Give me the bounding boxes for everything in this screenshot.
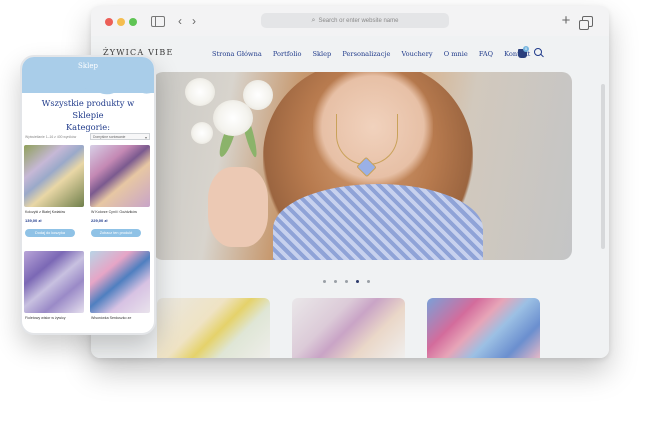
shop-heading-line-1: Wszystkie produkty w Sklepie (41, 98, 135, 120)
product-image[interactable] (90, 251, 150, 313)
result-count: Wyświetlanie 1–16 z 400 wyników (25, 135, 77, 139)
view-product-button[interactable]: Zobacz ten produkt (91, 229, 141, 237)
shop-heading: Wszystkie produkty w Sklepie Kategorie: (26, 97, 150, 133)
nav-item-vouchers[interactable]: Vouchery (402, 50, 433, 58)
nav-item-faq[interactable]: FAQ (479, 50, 493, 58)
carousel-dot[interactable] (367, 280, 370, 283)
nav-item-personalization[interactable]: Personalizacje (342, 50, 390, 58)
nav-item-home[interactable]: Strona Główna (212, 50, 262, 58)
carousel-dot[interactable] (334, 280, 337, 283)
category-tile-1[interactable] (157, 298, 270, 358)
nav-item-about[interactable]: O mnie (444, 50, 468, 58)
product-image[interactable] (24, 251, 84, 313)
browser-window: ‹ › ⌕ Search or enter website name + ŻYWI… (91, 6, 609, 358)
main-nav: Strona Główna Portfolio Sklep Personaliz… (212, 50, 539, 58)
phone-mockup: Sklep Wszystkie produkty w Sklepie Kateg… (20, 55, 156, 335)
add-to-cart-button[interactable]: Dodaj do koszyka (25, 229, 75, 237)
product-price: 139,00 zł (25, 218, 42, 223)
product-name[interactable]: W Kolorze Cynii i Goździków (91, 210, 153, 214)
website: ŻYWICA VIBE Strona Główna Portfolio Skle… (91, 36, 609, 358)
hero-image (153, 72, 572, 260)
carousel-dot-active[interactable] (356, 280, 359, 283)
carousel-dot[interactable] (345, 280, 348, 283)
category-tile-3[interactable] (427, 298, 540, 358)
carousel-dots (323, 270, 378, 288)
forward-icon[interactable]: › (187, 14, 201, 28)
hero-hand (208, 167, 268, 247)
browser-toolbar: ‹ › ⌕ Search or enter website name + (91, 6, 609, 37)
product-name[interactable]: Kolczyki z Białej Kwiatów (25, 210, 87, 214)
shop-heading-line-2: Kategorie: (65, 122, 111, 132)
search-icon: ⌕ (311, 17, 316, 24)
carousel-dot[interactable] (323, 280, 326, 283)
nav-item-portfolio[interactable]: Portfolio (273, 50, 302, 58)
sort-select[interactable]: Domyślne sortowanie (90, 133, 150, 141)
product-name[interactable]: Wisorówka Serduszko ze (91, 316, 153, 320)
nav-item-shop[interactable]: Sklep (313, 50, 332, 58)
product-name[interactable]: Fioletowy wisior w żywicy (25, 316, 87, 320)
tabs-icon[interactable] (579, 16, 593, 30)
product-image[interactable] (90, 145, 150, 207)
category-tile-2[interactable] (292, 298, 405, 358)
site-search-icon[interactable] (534, 48, 542, 56)
cart-count-badge: 0 (523, 46, 529, 52)
close-window-button[interactable] (105, 18, 113, 26)
scrollbar[interactable] (601, 84, 605, 249)
back-icon[interactable]: ‹ (173, 14, 187, 28)
plus-icon[interactable]: + (559, 13, 573, 28)
maximize-window-button[interactable] (129, 18, 137, 26)
address-placeholder: Search or enter website name (318, 18, 399, 24)
minimize-window-button[interactable] (117, 18, 125, 26)
address-bar[interactable]: ⌕ Search or enter website name (261, 13, 449, 28)
product-image[interactable] (24, 145, 84, 207)
product-price: 229,00 zł (91, 218, 108, 223)
phone-header-title: Sklep (78, 62, 98, 70)
sidebar-icon[interactable] (151, 16, 165, 27)
